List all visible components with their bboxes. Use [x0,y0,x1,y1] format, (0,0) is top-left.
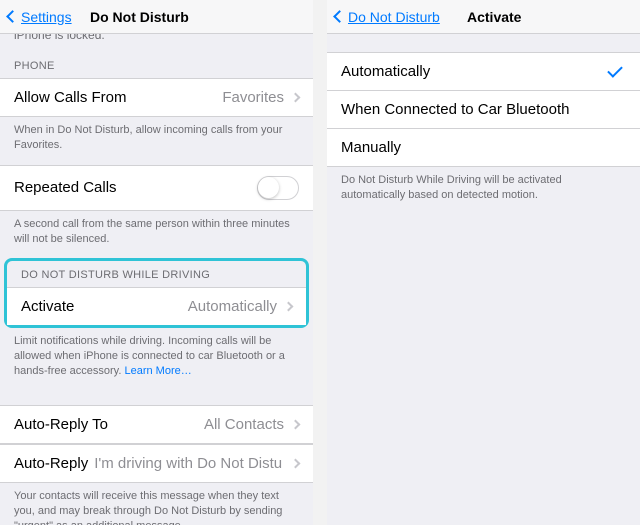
repeated-calls-label: Repeated Calls [14,179,117,196]
activate-row[interactable]: Activate Automatically [7,287,306,325]
back-button-settings[interactable]: Settings [8,9,72,25]
option-label: Automatically [341,63,430,80]
activate-options-list: Automatically When Connected to Car Blue… [327,52,640,167]
section-header-phone: PHONE [0,48,313,78]
toggle-knob [258,177,279,198]
auto-reply-to-value: All Contacts [204,416,299,433]
page-title: Activate [467,9,521,25]
activate-options-footer: Do Not Disturb While Driving will be act… [327,167,640,215]
auto-reply-label: Auto-Reply [14,455,88,472]
dnd-settings-screen: Settings Do Not Disturb iPhone is locked… [0,0,313,525]
back-label: Settings [21,9,72,25]
activate-label: Activate [21,298,74,315]
repeated-calls-footer: A second call from the same person withi… [0,211,313,259]
dnd-driving-highlight: DO NOT DISTURB WHILE DRIVING Activate Au… [4,258,309,328]
checkmark-icon [607,62,623,78]
auto-reply-value: I'm driving with Do Not Distu… [94,455,284,472]
auto-reply-row[interactable]: Auto-Reply I'm driving with Do Not Distu… [0,444,313,483]
option-manually[interactable]: Manually [327,129,640,167]
option-automatically[interactable]: Automatically [327,52,640,91]
chevron-right-icon [284,302,294,312]
repeated-calls-row: Repeated Calls [0,165,313,211]
chevron-right-icon [291,93,301,103]
back-label: Do Not Disturb [348,9,440,25]
allow-calls-footer: When in Do Not Disturb, allow incoming c… [0,117,313,165]
option-label: Manually [341,139,401,156]
chevron-left-icon [333,10,346,23]
back-button-dnd[interactable]: Do Not Disturb [335,9,440,25]
allow-calls-label: Allow Calls From [14,89,127,106]
learn-more-link[interactable]: Learn More… [124,365,191,377]
allow-calls-from-row[interactable]: Allow Calls From Favorites [0,78,313,117]
repeated-calls-toggle[interactable] [257,176,299,200]
page-title: Do Not Disturb [90,9,189,25]
activate-screen: Do Not Disturb Activate Automatically Wh… [327,0,640,525]
chevron-right-icon [291,458,301,468]
section-header-dnd-driving: DO NOT DISTURB WHILE DRIVING [7,261,306,287]
nav-bar: Do Not Disturb Activate [327,0,640,34]
allow-calls-value: Favorites [222,89,299,106]
activate-footer: Limit notifications while driving. Incom… [0,328,313,391]
auto-reply-to-label: Auto-Reply To [14,416,108,433]
nav-bar: Settings Do Not Disturb [0,0,313,34]
option-car-bluetooth[interactable]: When Connected to Car Bluetooth [327,91,640,129]
auto-reply-to-row[interactable]: Auto-Reply To All Contacts [0,405,313,444]
chevron-left-icon [6,10,19,23]
option-label: When Connected to Car Bluetooth [341,101,569,118]
chevron-right-icon [291,419,301,429]
auto-reply-footer: Your contacts will receive this message … [0,483,313,525]
activate-value: Automatically [188,298,292,315]
